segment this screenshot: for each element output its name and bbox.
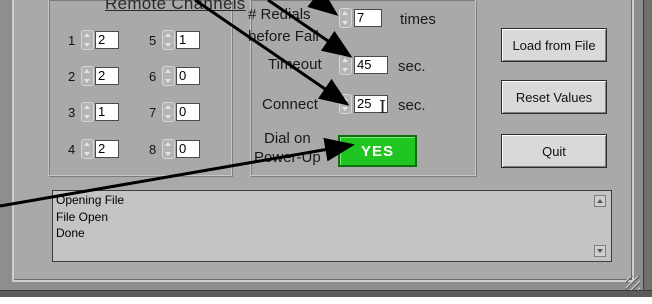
channel-3-number: 3 bbox=[68, 105, 76, 120]
channel-4-spinner[interactable] bbox=[81, 139, 94, 159]
window-bottom-border bbox=[0, 290, 652, 297]
channel-6-number: 6 bbox=[149, 69, 157, 84]
channel-7-spinner[interactable] bbox=[162, 102, 175, 122]
scroll-up-button[interactable] bbox=[594, 195, 606, 207]
channel-2-spinner[interactable] bbox=[81, 66, 94, 86]
channel-6-spinner[interactable] bbox=[162, 66, 175, 86]
load-from-file-button[interactable]: Load from File bbox=[501, 28, 607, 62]
redials-unit: times bbox=[400, 11, 436, 28]
timeout-label: Timeout bbox=[268, 56, 322, 73]
log-scrollbar[interactable] bbox=[590, 191, 610, 261]
channel-5-number: 5 bbox=[149, 33, 157, 48]
main-panel: Remote Channels 1 2 2 2 3 1 4 2 5 1 6 0 … bbox=[12, 0, 634, 282]
redials-label: # Redials bbox=[248, 6, 311, 23]
text-cursor-icon: I bbox=[379, 97, 387, 118]
log-line: File Open bbox=[56, 210, 109, 224]
dial-on-label: Dial on bbox=[264, 130, 311, 147]
channel-8-number: 8 bbox=[149, 142, 157, 157]
channel-2-input[interactable]: 2 bbox=[95, 67, 119, 85]
resize-grip-icon[interactable] bbox=[626, 276, 640, 290]
status-log[interactable]: Opening File File Open Done bbox=[52, 190, 612, 262]
scroll-down-button[interactable] bbox=[594, 245, 606, 257]
timeout-unit: sec. bbox=[398, 58, 426, 75]
channel-3-spinner[interactable] bbox=[81, 102, 94, 122]
channel-7-input[interactable]: 0 bbox=[176, 103, 200, 121]
channel-3-input[interactable]: 1 bbox=[95, 103, 119, 121]
channel-4-number: 4 bbox=[68, 142, 76, 157]
channel-1-number: 1 bbox=[68, 33, 76, 48]
connect-unit: sec. bbox=[398, 97, 426, 114]
window-right-border bbox=[643, 0, 652, 297]
log-line: Opening File bbox=[56, 193, 125, 207]
timeout-spinner[interactable] bbox=[339, 55, 352, 75]
channel-7-number: 7 bbox=[149, 105, 157, 120]
timeout-input[interactable]: 45 bbox=[354, 56, 388, 74]
channel-4-input[interactable]: 2 bbox=[95, 140, 119, 158]
redials-label-line2: before Fail bbox=[248, 28, 319, 45]
channel-8-input[interactable]: 0 bbox=[176, 140, 200, 158]
connect-spinner[interactable] bbox=[339, 94, 352, 114]
redials-input[interactable]: 7 bbox=[354, 9, 382, 27]
quit-button[interactable]: Quit bbox=[501, 134, 607, 168]
remote-channels-title: Remote Channels bbox=[105, 0, 246, 13]
connect-label: Connect bbox=[262, 96, 318, 113]
log-line: Done bbox=[56, 226, 85, 240]
channel-6-input[interactable]: 0 bbox=[176, 67, 200, 85]
dial-on-power-up-toggle[interactable]: YES bbox=[338, 135, 417, 167]
channel-5-spinner[interactable] bbox=[162, 30, 175, 50]
channel-8-spinner[interactable] bbox=[162, 139, 175, 159]
channel-2-number: 2 bbox=[68, 69, 76, 84]
dial-on-label-line2: Power-Up bbox=[254, 149, 321, 166]
reset-values-button[interactable]: Reset Values bbox=[501, 80, 607, 114]
remote-channels-group: Remote Channels 1 2 2 2 3 1 4 2 5 1 6 0 … bbox=[48, 0, 245, 176]
channel-1-spinner[interactable] bbox=[81, 30, 94, 50]
channel-1-input[interactable]: 2 bbox=[95, 31, 119, 49]
redials-spinner[interactable] bbox=[339, 8, 352, 28]
channel-5-input[interactable]: 1 bbox=[176, 31, 200, 49]
